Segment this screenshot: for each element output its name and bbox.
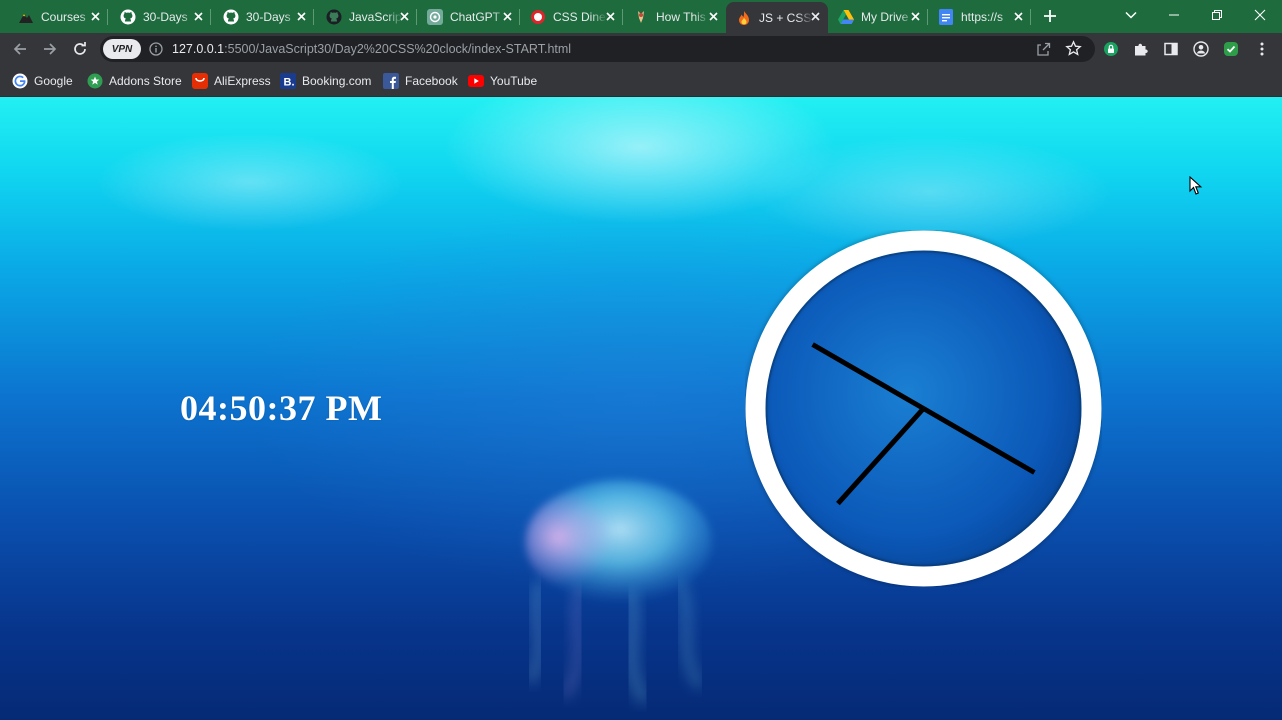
github-icon bbox=[120, 9, 136, 25]
jellyfish-background-image bbox=[525, 480, 712, 705]
google-icon bbox=[12, 73, 28, 89]
forward-arrow-icon[interactable] bbox=[41, 40, 59, 58]
tab-title: My Drive bbox=[861, 9, 909, 24]
close-icon[interactable] bbox=[88, 9, 102, 23]
tab-title: Courses bbox=[41, 9, 86, 24]
tab-docs[interactable]: https://s bbox=[928, 2, 1031, 31]
bookmark-label: Facebook bbox=[405, 74, 458, 88]
close-icon[interactable] bbox=[191, 9, 205, 23]
google-docs-icon bbox=[938, 8, 954, 25]
url-path: :5500/JavaScript30/Day2%20CSS%20clock/in… bbox=[224, 42, 572, 56]
reload-icon[interactable] bbox=[71, 40, 89, 58]
tab-courses[interactable]: Courses bbox=[0, 2, 108, 31]
bookmark-google[interactable]: Google bbox=[12, 71, 73, 91]
svg-text:B.: B. bbox=[284, 77, 295, 89]
addons-store-icon bbox=[87, 73, 103, 89]
bookmark-facebook[interactable]: Facebook bbox=[383, 71, 458, 91]
tab-title: CSS Diner bbox=[553, 9, 607, 24]
close-icon[interactable] bbox=[808, 9, 822, 23]
bookmark-label: Google bbox=[34, 74, 73, 88]
bookmark-booking[interactable]: B. Booking.com bbox=[280, 71, 371, 91]
back-arrow-icon[interactable] bbox=[11, 40, 29, 58]
shield-check-extension-icon[interactable] bbox=[1222, 40, 1240, 58]
bookmark-youtube[interactable]: YouTube bbox=[468, 71, 537, 91]
github-icon bbox=[326, 9, 342, 25]
mouse-cursor-icon bbox=[1189, 176, 1203, 195]
tab-strip: Courses 30-Days 30-Days JavaScript ChatG… bbox=[0, 0, 1282, 33]
tab-30-days-2[interactable]: 30-Days bbox=[211, 2, 314, 31]
close-icon[interactable] bbox=[294, 9, 308, 23]
tab-title: JavaScript bbox=[349, 9, 403, 24]
minimize-icon[interactable] bbox=[1162, 4, 1186, 26]
css-diner-icon bbox=[530, 9, 546, 25]
tab-title: How This bbox=[656, 9, 706, 24]
url-host: 127.0.0.1 bbox=[172, 42, 225, 56]
close-icon[interactable] bbox=[908, 9, 922, 23]
tab-title: 30-Days bbox=[143, 9, 188, 24]
digital-time-display: 04:50:37 PM bbox=[180, 388, 383, 428]
chatgpt-icon bbox=[427, 8, 443, 25]
tab-chatgpt[interactable]: ChatGPT bbox=[417, 2, 520, 31]
bookmarks-bar: Google Addons Store AliExpress B. Bookin… bbox=[0, 65, 1282, 97]
address-bar[interactable]: VPN 127.0.0.1:5500/JavaScript30/Day2%20C… bbox=[100, 36, 1095, 62]
url-text[interactable]: 127.0.0.1:5500/JavaScript30/Day2%20CSS%2… bbox=[172, 42, 571, 56]
lock-extension-icon[interactable] bbox=[1102, 40, 1120, 58]
close-icon[interactable] bbox=[397, 9, 411, 23]
tab-javascript[interactable]: JavaScript bbox=[314, 2, 417, 31]
browser-toolbar: VPN 127.0.0.1:5500/JavaScript30/Day2%20C… bbox=[0, 33, 1282, 65]
chevron-down-icon[interactable] bbox=[1124, 8, 1138, 22]
bookmark-label: Booking.com bbox=[302, 74, 372, 88]
tab-title: JS + CSS bbox=[759, 10, 812, 25]
close-icon[interactable] bbox=[603, 9, 617, 23]
bookmark-star-icon[interactable] bbox=[1065, 40, 1082, 57]
puzzle-extensions-icon[interactable] bbox=[1132, 40, 1150, 58]
side-panel-icon[interactable] bbox=[1162, 40, 1180, 58]
kebab-menu-icon[interactable] bbox=[1253, 40, 1271, 58]
vpn-badge[interactable]: VPN bbox=[103, 39, 141, 59]
share-icon[interactable] bbox=[1035, 41, 1051, 57]
bookmark-label: YouTube bbox=[490, 74, 538, 88]
github-icon bbox=[223, 9, 239, 25]
google-drive-icon bbox=[838, 9, 854, 25]
tab-30-days-1[interactable]: 30-Days bbox=[108, 2, 211, 31]
profile-icon[interactable] bbox=[1192, 40, 1210, 58]
tab-title: 30-Days bbox=[246, 9, 291, 24]
tab-js-css-active[interactable]: JS + CSS bbox=[726, 2, 828, 33]
tab-how-this[interactable]: How This bbox=[623, 2, 726, 31]
page-viewport: 04:50:37 PM bbox=[0, 97, 1282, 720]
tab-css-diner[interactable]: CSS Diner bbox=[520, 2, 623, 31]
new-tab-plus-icon[interactable] bbox=[1041, 7, 1059, 25]
close-icon[interactable] bbox=[500, 9, 514, 23]
figure-icon bbox=[633, 9, 649, 25]
bookmark-aliexpress[interactable]: AliExpress bbox=[192, 71, 271, 91]
flame-icon bbox=[736, 10, 752, 26]
youtube-icon bbox=[468, 73, 484, 89]
tab-title: https://s bbox=[961, 9, 1004, 24]
bookmark-label: Addons Store bbox=[109, 74, 182, 88]
close-icon[interactable] bbox=[1011, 9, 1025, 23]
window-close-icon[interactable] bbox=[1248, 4, 1272, 26]
booking-icon: B. bbox=[280, 73, 296, 89]
close-icon[interactable] bbox=[706, 9, 720, 23]
site-info-icon[interactable] bbox=[149, 42, 163, 56]
mountain-logo-icon bbox=[18, 9, 34, 25]
tab-divider bbox=[1030, 9, 1031, 25]
bookmark-addons-store[interactable]: Addons Store bbox=[87, 71, 182, 91]
tab-my-drive[interactable]: My Drive bbox=[828, 2, 928, 31]
aliexpress-icon bbox=[192, 73, 208, 89]
analog-clock bbox=[745, 230, 1102, 587]
restore-icon[interactable] bbox=[1205, 4, 1229, 26]
facebook-icon bbox=[383, 73, 399, 89]
bookmark-label: AliExpress bbox=[214, 74, 271, 88]
